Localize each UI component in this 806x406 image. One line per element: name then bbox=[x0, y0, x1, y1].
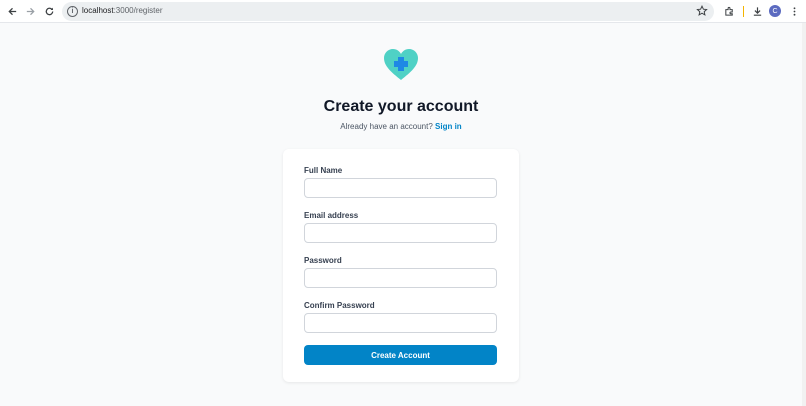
page-scrollbar[interactable] bbox=[802, 23, 806, 406]
confirm-password-label: Confirm Password bbox=[304, 301, 375, 310]
page-title: Create your account bbox=[323, 98, 479, 115]
site-info-icon[interactable]: i bbox=[67, 6, 78, 17]
signin-prompt: Already have an account? Sign in bbox=[0, 122, 802, 131]
download-icon[interactable] bbox=[749, 3, 765, 19]
extensions-icon[interactable] bbox=[721, 3, 737, 19]
toolbar-divider bbox=[743, 6, 744, 17]
address-bar[interactable]: i localhost:3000/register bbox=[62, 2, 714, 21]
register-form-card: Full Name Email address Password Confirm… bbox=[283, 149, 519, 382]
browser-toolbar: i localhost:3000/register C bbox=[0, 0, 806, 23]
email-input[interactable] bbox=[304, 223, 497, 243]
password-label: Password bbox=[304, 256, 342, 265]
email-label: Email address bbox=[304, 211, 359, 220]
create-account-button[interactable]: Create Account bbox=[304, 345, 497, 365]
full-name-label: Full Name bbox=[304, 166, 343, 175]
reload-icon[interactable] bbox=[41, 3, 57, 19]
signin-link[interactable]: Sign in bbox=[435, 122, 462, 131]
back-icon[interactable] bbox=[4, 3, 20, 19]
password-input[interactable] bbox=[304, 268, 497, 288]
full-name-input[interactable] bbox=[304, 178, 497, 198]
heart-cross-logo-icon bbox=[384, 49, 418, 80]
profile-avatar[interactable]: C bbox=[769, 5, 781, 17]
confirm-password-input[interactable] bbox=[304, 313, 497, 333]
signin-prompt-text: Already have an account? bbox=[340, 122, 433, 131]
bookmark-star-icon[interactable] bbox=[696, 5, 708, 17]
forward-icon[interactable] bbox=[22, 3, 38, 19]
url-text: localhost:3000/register bbox=[82, 6, 163, 15]
menu-kebab-icon[interactable] bbox=[786, 3, 802, 19]
